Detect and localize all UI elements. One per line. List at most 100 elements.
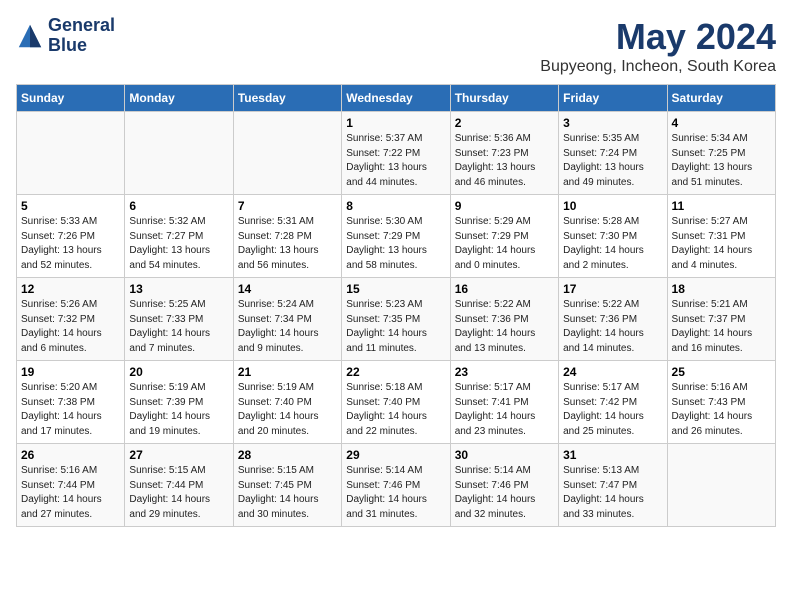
logo-icon (16, 22, 44, 50)
calendar-cell: 10 Sunrise: 5:28 AMSunset: 7:30 PMDayligh… (559, 195, 667, 278)
calendar-cell: 20 Sunrise: 5:19 AMSunset: 7:39 PMDayligh… (125, 361, 233, 444)
day-number: 1 (346, 116, 445, 130)
day-info: Sunrise: 5:17 AMSunset: 7:41 PMDaylight:… (455, 381, 554, 439)
calendar-cell: 8Sunrise: 5:30 AMSunset: 7:29 PMDaylight… (342, 195, 450, 278)
day-info: Sunrise: 5:28 AMSunset: 7:30 PMDaylight:… (563, 215, 662, 273)
day-info: Sunrise: 5:25 AMSunset: 7:33 PMDaylight:… (129, 298, 228, 356)
calendar-week-row: 26 Sunrise: 5:16 AMSunset: 7:44 PMDayligh… (17, 444, 776, 527)
day-info: Sunrise: 5:16 AMSunset: 7:44 PMDaylight:… (21, 464, 120, 522)
day-number: 22 (346, 365, 445, 379)
calendar-cell (667, 444, 775, 527)
weekday-header: Wednesday (342, 85, 450, 112)
day-number: 29 (346, 448, 445, 462)
calendar-cell: 4 Sunrise: 5:34 AMSunset: 7:25 PMDaylight… (667, 112, 775, 195)
day-number: 9 (455, 199, 554, 213)
day-number: 14 (238, 282, 337, 296)
calendar-cell: 22Sunrise: 5:18 AMSunset: 7:40 PMDayligh… (342, 361, 450, 444)
weekday-header: Sunday (17, 85, 125, 112)
calendar-cell: 31 Sunrise: 5:13 AMSunset: 7:47 PMDayligh… (559, 444, 667, 527)
day-number: 7 (238, 199, 337, 213)
day-info: Sunrise: 5:29 AMSunset: 7:29 PMDaylight:… (455, 215, 554, 273)
calendar-cell: 14 Sunrise: 5:24 AMSunset: 7:34 PMDayligh… (233, 278, 341, 361)
weekday-header: Friday (559, 85, 667, 112)
calendar-cell: 28 Sunrise: 5:15 AMSunset: 7:45 PMDayligh… (233, 444, 341, 527)
day-info: Sunrise: 5:34 AMSunset: 7:25 PMDaylight:… (672, 132, 771, 190)
calendar-cell: 27 Sunrise: 5:15 AMSunset: 7:44 PMDayligh… (125, 444, 233, 527)
calendar-cell: 5 Sunrise: 5:33 AMSunset: 7:26 PMDaylight… (17, 195, 125, 278)
day-number: 8 (346, 199, 445, 213)
logo: General Blue (16, 16, 115, 56)
calendar-cell (233, 112, 341, 195)
day-info: Sunrise: 5:27 AMSunset: 7:31 PMDaylight:… (672, 215, 771, 273)
calendar-cell: 2 Sunrise: 5:36 AMSunset: 7:23 PMDaylight… (450, 112, 558, 195)
day-number: 5 (21, 199, 120, 213)
day-info: Sunrise: 5:37 AMSunset: 7:22 PMDaylight:… (346, 132, 445, 190)
day-info: Sunrise: 5:15 AMSunset: 7:45 PMDaylight:… (238, 464, 337, 522)
weekday-header: Saturday (667, 85, 775, 112)
day-number: 12 (21, 282, 120, 296)
calendar-table: SundayMondayTuesdayWednesdayThursdayFrid… (16, 84, 776, 527)
day-info: Sunrise: 5:17 AMSunset: 7:42 PMDaylight:… (563, 381, 662, 439)
calendar-cell: 6 Sunrise: 5:32 AMSunset: 7:27 PMDaylight… (125, 195, 233, 278)
day-number: 20 (129, 365, 228, 379)
day-info: Sunrise: 5:33 AMSunset: 7:26 PMDaylight:… (21, 215, 120, 273)
day-info: Sunrise: 5:35 AMSunset: 7:24 PMDaylight:… (563, 132, 662, 190)
day-number: 26 (21, 448, 120, 462)
day-info: Sunrise: 5:23 AMSunset: 7:35 PMDaylight:… (346, 298, 445, 356)
day-number: 23 (455, 365, 554, 379)
calendar-cell: 17Sunrise: 5:22 AMSunset: 7:36 PMDayligh… (559, 278, 667, 361)
day-number: 4 (672, 116, 771, 130)
day-info: Sunrise: 5:26 AMSunset: 7:32 PMDaylight:… (21, 298, 120, 356)
day-number: 17 (563, 282, 662, 296)
day-number: 2 (455, 116, 554, 130)
logo-text: General Blue (48, 16, 115, 56)
day-info: Sunrise: 5:22 AMSunset: 7:36 PMDaylight:… (455, 298, 554, 356)
day-number: 25 (672, 365, 771, 379)
calendar-cell: 16Sunrise: 5:22 AMSunset: 7:36 PMDayligh… (450, 278, 558, 361)
day-number: 27 (129, 448, 228, 462)
calendar-week-row: 5 Sunrise: 5:33 AMSunset: 7:26 PMDaylight… (17, 195, 776, 278)
calendar-cell: 26 Sunrise: 5:16 AMSunset: 7:44 PMDayligh… (17, 444, 125, 527)
day-number: 31 (563, 448, 662, 462)
day-number: 13 (129, 282, 228, 296)
day-info: Sunrise: 5:16 AMSunset: 7:43 PMDaylight:… (672, 381, 771, 439)
calendar-cell: 1 Sunrise: 5:37 AMSunset: 7:22 PMDaylight… (342, 112, 450, 195)
weekday-header: Monday (125, 85, 233, 112)
day-number: 19 (21, 365, 120, 379)
day-info: Sunrise: 5:24 AMSunset: 7:34 PMDaylight:… (238, 298, 337, 356)
day-info: Sunrise: 5:19 AMSunset: 7:39 PMDaylight:… (129, 381, 228, 439)
day-number: 11 (672, 199, 771, 213)
day-number: 30 (455, 448, 554, 462)
day-info: Sunrise: 5:32 AMSunset: 7:27 PMDaylight:… (129, 215, 228, 273)
calendar-week-row: 1 Sunrise: 5:37 AMSunset: 7:22 PMDaylight… (17, 112, 776, 195)
calendar-cell: 30Sunrise: 5:14 AMSunset: 7:46 PMDayligh… (450, 444, 558, 527)
day-number: 21 (238, 365, 337, 379)
day-info: Sunrise: 5:21 AMSunset: 7:37 PMDaylight:… (672, 298, 771, 356)
day-number: 3 (563, 116, 662, 130)
weekday-header-row: SundayMondayTuesdayWednesdayThursdayFrid… (17, 85, 776, 112)
calendar-cell: 15 Sunrise: 5:23 AMSunset: 7:35 PMDayligh… (342, 278, 450, 361)
calendar-cell: 24Sunrise: 5:17 AMSunset: 7:42 PMDayligh… (559, 361, 667, 444)
calendar-cell: 21 Sunrise: 5:19 AMSunset: 7:40 PMDayligh… (233, 361, 341, 444)
calendar-cell: 23 Sunrise: 5:17 AMSunset: 7:41 PMDayligh… (450, 361, 558, 444)
calendar-cell: 19 Sunrise: 5:20 AMSunset: 7:38 PMDayligh… (17, 361, 125, 444)
page-header: General Blue May 2024 Bupyeong, Incheon,… (16, 16, 776, 76)
calendar-cell: 11 Sunrise: 5:27 AMSunset: 7:31 PMDayligh… (667, 195, 775, 278)
calendar-week-row: 12 Sunrise: 5:26 AMSunset: 7:32 PMDayligh… (17, 278, 776, 361)
day-info: Sunrise: 5:19 AMSunset: 7:40 PMDaylight:… (238, 381, 337, 439)
calendar-week-row: 19 Sunrise: 5:20 AMSunset: 7:38 PMDayligh… (17, 361, 776, 444)
day-info: Sunrise: 5:13 AMSunset: 7:47 PMDaylight:… (563, 464, 662, 522)
day-number: 28 (238, 448, 337, 462)
calendar-cell: 18Sunrise: 5:21 AMSunset: 7:37 PMDayligh… (667, 278, 775, 361)
day-info: Sunrise: 5:14 AMSunset: 7:46 PMDaylight:… (346, 464, 445, 522)
calendar-cell: 25 Sunrise: 5:16 AMSunset: 7:43 PMDayligh… (667, 361, 775, 444)
weekday-header: Thursday (450, 85, 558, 112)
day-info: Sunrise: 5:36 AMSunset: 7:23 PMDaylight:… (455, 132, 554, 190)
day-number: 15 (346, 282, 445, 296)
calendar-cell: 12 Sunrise: 5:26 AMSunset: 7:32 PMDayligh… (17, 278, 125, 361)
day-number: 10 (563, 199, 662, 213)
calendar-cell (125, 112, 233, 195)
day-number: 6 (129, 199, 228, 213)
day-info: Sunrise: 5:15 AMSunset: 7:44 PMDaylight:… (129, 464, 228, 522)
day-info: Sunrise: 5:20 AMSunset: 7:38 PMDaylight:… (21, 381, 120, 439)
